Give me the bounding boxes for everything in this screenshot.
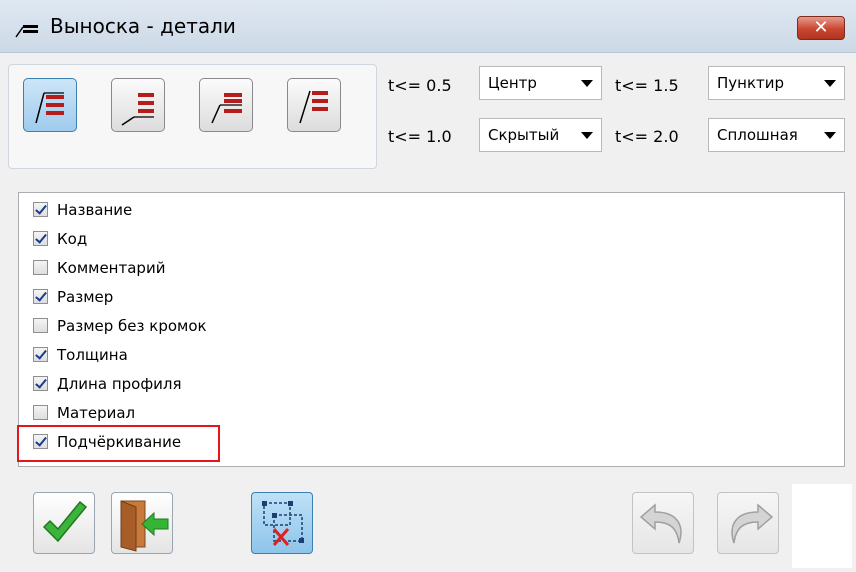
dialog-window: Выноска - детали ✕ t<= 0.5 Центр t<= 1.5…: [0, 0, 856, 572]
close-icon: ✕: [813, 17, 829, 38]
t15-linetype-value: Пунктир: [717, 74, 785, 92]
t20-label: t<= 2.0: [615, 127, 679, 146]
redo-icon: [731, 503, 774, 544]
chevron-down-icon: [824, 80, 836, 87]
list-item-label: Длина профиля: [57, 375, 182, 393]
checkbox[interactable]: [33, 202, 48, 217]
t05-linetype-select[interactable]: Центр: [479, 66, 602, 100]
t10-linetype-select[interactable]: Скрытый: [479, 118, 602, 152]
window-title: Выноска - детали: [50, 14, 236, 38]
undo-button[interactable]: [632, 492, 694, 554]
leader-style-1-icon: [35, 92, 64, 124]
blank-area: [792, 484, 852, 568]
ok-button[interactable]: [33, 492, 95, 554]
t15-linetype-select[interactable]: Пунктир: [708, 66, 845, 100]
checkbox[interactable]: [33, 289, 48, 304]
t05-linetype-value: Центр: [488, 74, 537, 92]
t20-linetype-value: Сплошная: [717, 126, 798, 144]
t10-linetype-value: Скрытый: [488, 126, 560, 144]
list-item-label: Размер без кромок: [57, 317, 207, 335]
exit-button[interactable]: [111, 492, 173, 554]
list-item-label: Размер: [57, 288, 114, 306]
list-item-label: Толщина: [57, 346, 128, 364]
t20-linetype-select[interactable]: Сплошная: [708, 118, 845, 152]
grid-select-icon: [262, 501, 304, 546]
list-item-label: Материал: [57, 404, 136, 422]
checkbox[interactable]: [33, 260, 48, 275]
leader-style-1-button[interactable]: [23, 78, 77, 132]
t10-label: t<= 1.0: [388, 127, 452, 146]
checkbox[interactable]: [33, 405, 48, 420]
checkbox[interactable]: [33, 318, 48, 333]
leader-style-4-icon: [299, 90, 328, 124]
chevron-down-icon: [581, 132, 593, 139]
exit-door-icon: [120, 500, 169, 552]
list-item-label: Код: [57, 230, 88, 248]
title-bar: Выноска - детали ✕: [0, 0, 856, 53]
undo-icon: [639, 503, 682, 544]
checkbox[interactable]: [33, 231, 48, 246]
highlight-frame: [17, 425, 220, 462]
t05-label: t<= 0.5: [388, 76, 452, 95]
leader-style-3-button[interactable]: [199, 78, 253, 132]
leader-style-4-button[interactable]: [287, 78, 341, 132]
checkbox[interactable]: [33, 347, 48, 362]
t15-label: t<= 1.5: [615, 76, 679, 95]
leader-style-2-button[interactable]: [111, 78, 165, 132]
layout-select-button[interactable]: [251, 492, 313, 554]
checkmark-icon: [42, 500, 88, 543]
list-item-label: Комментарий: [57, 259, 166, 277]
leader-style-3-icon: [211, 93, 242, 124]
chevron-down-icon: [581, 80, 593, 87]
chevron-down-icon: [824, 132, 836, 139]
checkbox[interactable]: [33, 376, 48, 391]
close-button[interactable]: ✕: [797, 16, 845, 40]
leader-icon: [15, 25, 38, 38]
leader-style-2-icon: [121, 93, 154, 126]
redo-button[interactable]: [717, 492, 779, 554]
leader-style-panel: [8, 64, 377, 169]
list-item-label: Название: [57, 201, 133, 219]
